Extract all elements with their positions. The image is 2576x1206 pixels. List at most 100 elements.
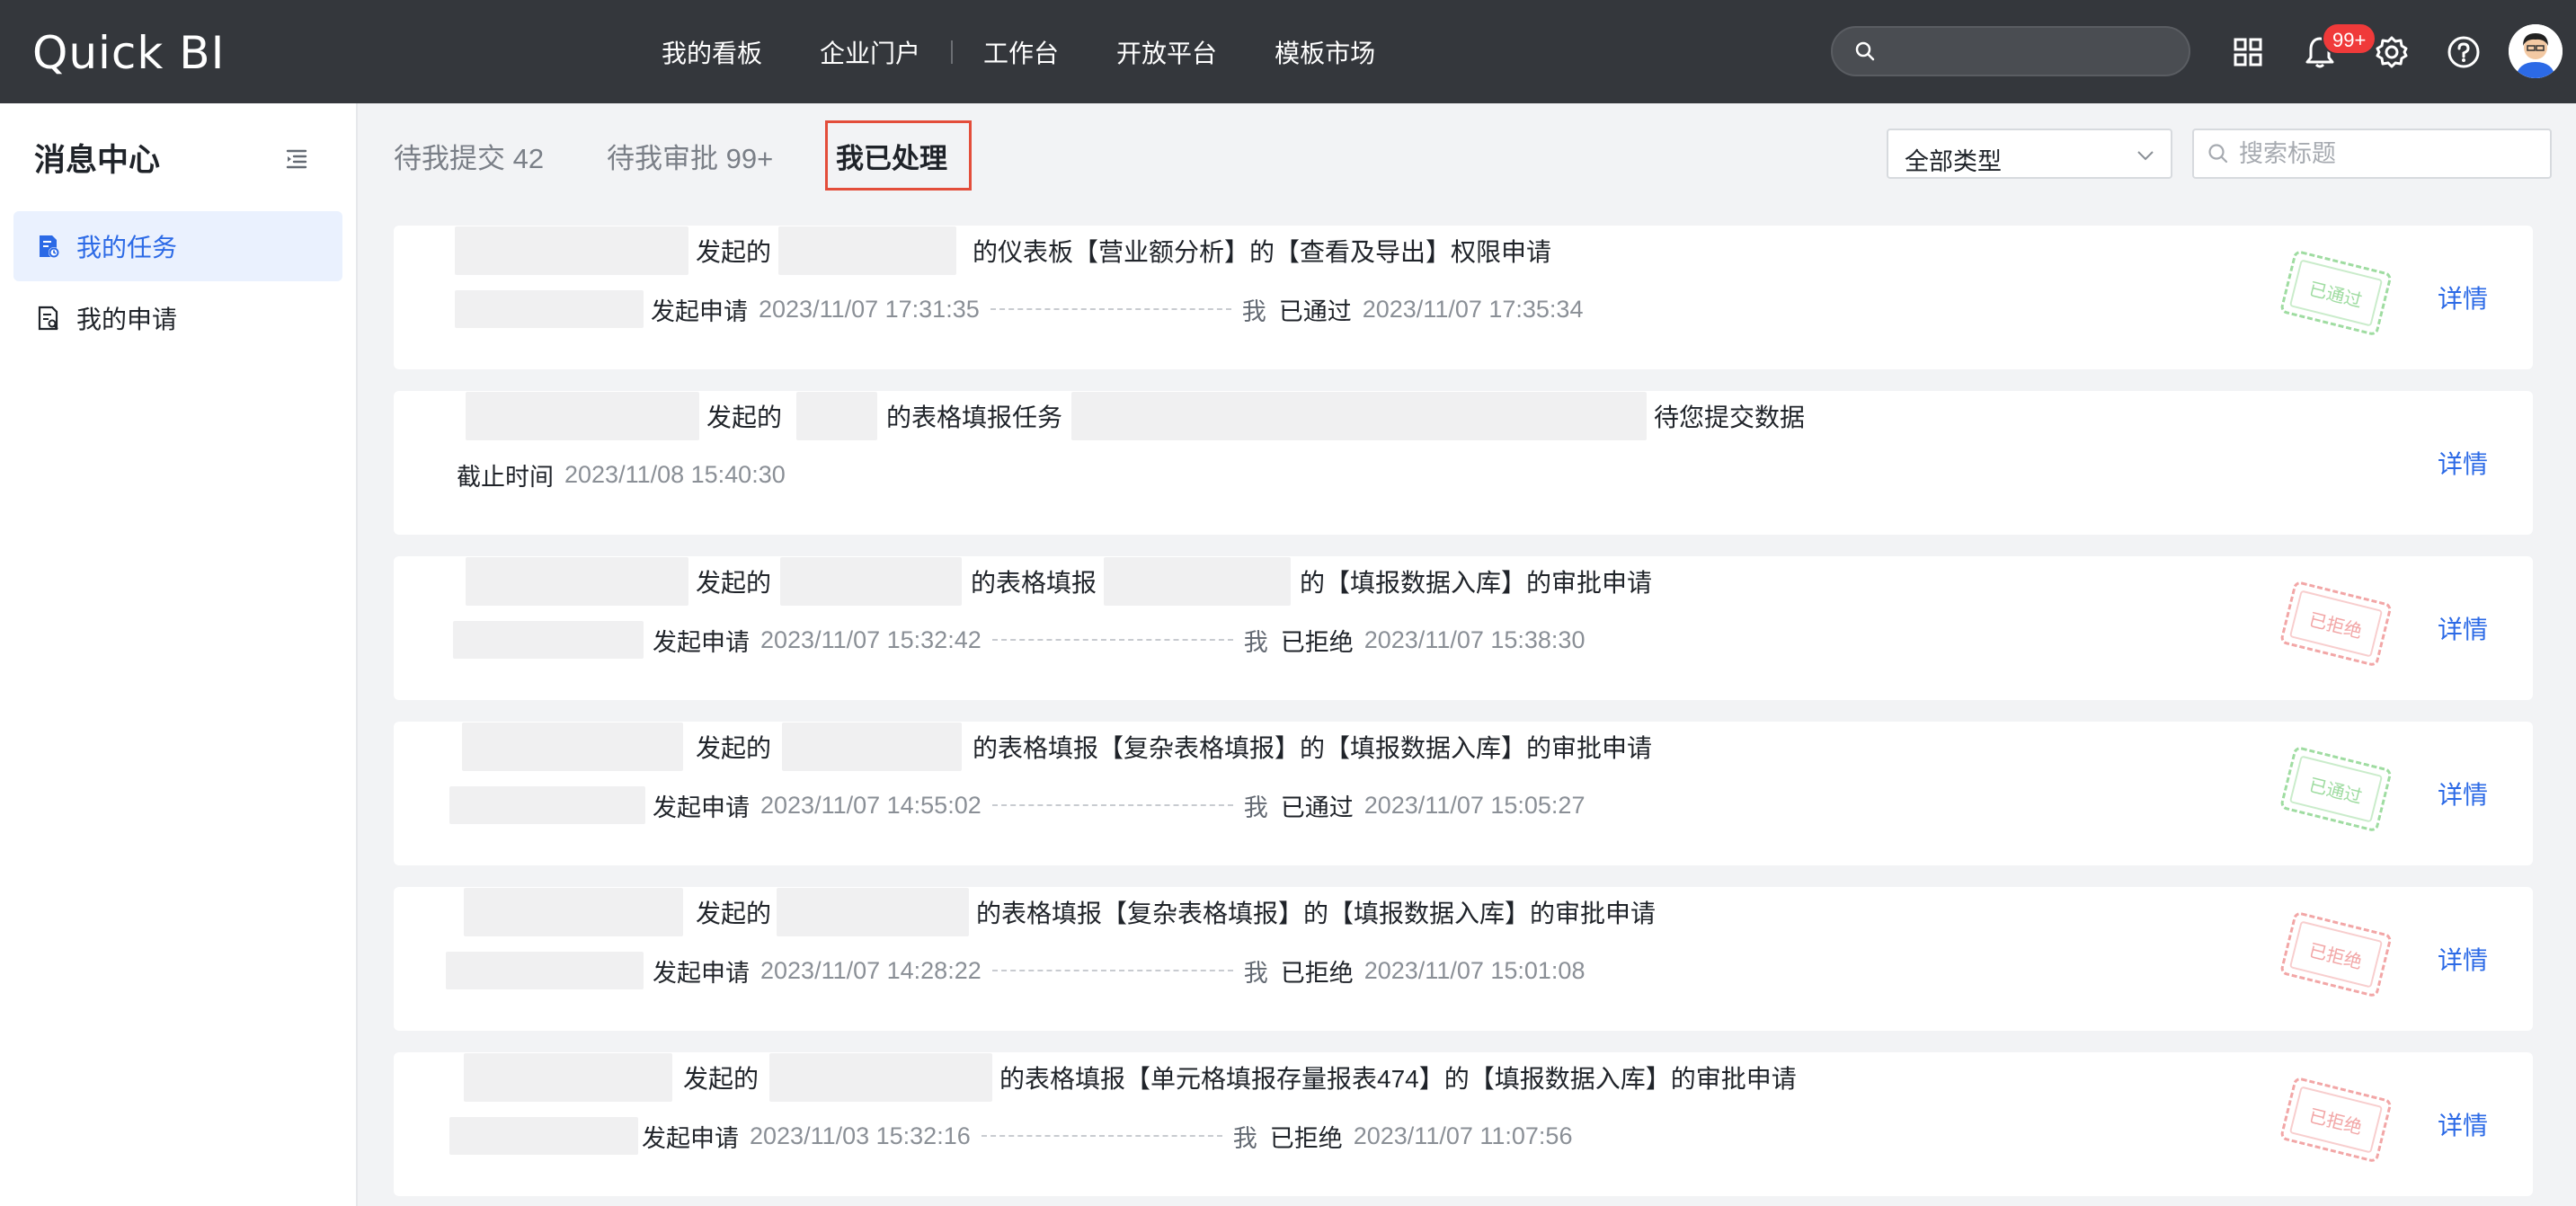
redacted-name (777, 888, 970, 936)
collapse-menu-icon[interactable] (284, 146, 309, 171)
detail-link[interactable]: 详情 (2438, 445, 2488, 481)
task-result: 已通过 (1278, 297, 1352, 325)
task-result: 已拒绝 (1280, 628, 1354, 656)
user-avatar[interactable] (2509, 24, 2563, 78)
task-handler: 我 (1243, 628, 1268, 656)
approved-stamp: 已通过 (2278, 249, 2394, 337)
help-question-icon[interactable] (2438, 27, 2489, 77)
redacted-name (462, 723, 683, 771)
task-time: 2023/11/07 14:28:22 (760, 956, 982, 984)
task-result: 已拒绝 (1280, 959, 1354, 987)
global-search-input[interactable] (1831, 26, 2190, 76)
rejected-stamp: 已拒绝 (2278, 910, 2394, 998)
redacted-name (769, 1053, 993, 1102)
task-title: 发起的 的表格填报 的【填报数据入库】的审批申请 (466, 557, 1653, 606)
timeline-dash (991, 970, 1233, 971)
task-text: 发起的 (706, 403, 783, 431)
redacted-name (1104, 557, 1292, 606)
sidebar-item-my-tasks[interactable]: 我的任务 (13, 211, 342, 281)
task-text: 的表格填报【复杂表格填报】的【填报数据入库】的审批申请 (976, 900, 1657, 927)
task-action: 发起申请 (642, 1124, 739, 1152)
sidebar-item-label: 我的任务 (76, 234, 178, 262)
task-result: 已通过 (1280, 794, 1354, 821)
task-meta: 截止时间 2023/11/08 15:40:30 (457, 457, 786, 492)
task-doc-icon (40, 235, 59, 258)
top-bar: Quick BI 我的看板 企业门户 工作台 开放平台 模板市场 99+ (0, 0, 2576, 103)
task-title: 发起的 的表格填报任务 待您提交数据 (466, 392, 1806, 440)
task-text: 的表格填报任务 (886, 403, 1063, 431)
redacted-name (1071, 392, 1648, 440)
task-card: 发起的 的表格填报【复杂表格填报】的【填报数据入库】的审批申请 发起申请 202… (394, 722, 2533, 865)
redacted-name (453, 621, 644, 659)
search-icon (1855, 41, 1875, 61)
settings-gear-icon[interactable] (2367, 27, 2417, 77)
quick-bi-logo[interactable]: Quick BI (32, 27, 225, 79)
type-filter-select[interactable]: 全部类型 (1887, 129, 2172, 179)
timeline-dash (990, 308, 1231, 310)
redacted-name (464, 1053, 672, 1102)
task-result-time: 2023/11/07 15:38:30 (1364, 625, 1586, 653)
detail-link[interactable]: 详情 (2438, 941, 2488, 977)
rejected-stamp: 已拒绝 (2278, 580, 2394, 668)
redacted-name (464, 888, 683, 936)
detail-link[interactable]: 详情 (2438, 610, 2488, 646)
nav-my-dashboard[interactable]: 我的看板 (662, 34, 762, 70)
task-text: 发起的 (696, 900, 772, 927)
task-text: 的仪表板【营业额分析】的【查看及导出】权限申请 (973, 238, 1552, 266)
task-action: 发起申请 (653, 794, 750, 821)
rejected-stamp: 已拒绝 (2278, 1076, 2394, 1164)
title-search-input[interactable] (2192, 129, 2552, 179)
redacted-name (455, 290, 644, 328)
apps-grid-icon[interactable] (2223, 27, 2273, 77)
task-title: 发起的 的表格填报【复杂表格填报】的【填报数据入库】的审批申请 (462, 723, 1652, 771)
type-filter-value: 全部类型 (1905, 148, 2002, 175)
task-handler: 我 (1241, 297, 1266, 325)
top-nav: 我的看板 企业门户 工作台 开放平台 模板市场 (662, 0, 1433, 103)
task-time: 2023/11/07 14:55:02 (760, 791, 982, 819)
task-text: 的【填报数据入库】的审批申请 (1300, 569, 1653, 597)
timeline-dash (991, 639, 1233, 641)
task-text: 待您提交数据 (1654, 403, 1806, 431)
nav-workbench[interactable]: 工作台 (983, 34, 1059, 70)
detail-link[interactable]: 详情 (2438, 1106, 2488, 1142)
task-result-time: 2023/11/07 17:35:34 (1362, 295, 1584, 323)
task-text: 发起的 (696, 238, 772, 266)
sidebar-item-my-applications[interactable]: 我的申请 (13, 283, 342, 353)
redacted-name (449, 1117, 638, 1155)
task-result-time: 2023/11/07 15:01:08 (1364, 956, 1586, 984)
tab-pending-approval[interactable]: 待我审批 99+ (607, 136, 773, 176)
tab-pending-submission[interactable]: 待我提交 42 (394, 136, 544, 176)
task-text: 的表格填报 (971, 569, 1097, 597)
task-text: 发起的 (696, 569, 772, 597)
application-doc-icon (38, 306, 58, 331)
nav-template-market[interactable]: 模板市场 (1275, 34, 1375, 70)
task-meta: 发起申请 2023/11/07 14:55:02 我 已通过 2023/11/0… (449, 786, 1585, 824)
redacted-name (778, 226, 957, 275)
task-text: 发起的 (683, 1065, 759, 1093)
redacted-name (782, 723, 963, 771)
task-result-time: 2023/11/07 11:07:56 (1353, 1122, 1573, 1149)
task-action: 截止时间 (457, 463, 554, 491)
detail-link[interactable]: 详情 (2438, 279, 2488, 315)
task-meta: 发起申请 2023/11/07 15:32:42 我 已拒绝 2023/11/0… (453, 621, 1586, 659)
task-title: 发起的 的表格填报【单元格填报存量报表474】的【填报数据入库】的审批申请 (464, 1053, 1797, 1102)
nav-enterprise-portal[interactable]: 企业门户 (820, 34, 920, 70)
task-title: 发起的 的仪表板【营业额分析】的【查看及导出】权限申请 (455, 226, 1552, 275)
task-text: 发起的 (696, 734, 772, 762)
redacted-name (449, 786, 645, 824)
tab-highlight-box (825, 120, 972, 191)
task-text: 的表格填报【单元格填报存量报表474】的【填报数据入库】的审批申请 (999, 1065, 1797, 1093)
task-action: 发起申请 (653, 628, 750, 656)
approved-stamp: 已通过 (2278, 745, 2394, 833)
redacted-name (446, 952, 644, 989)
sidebar: 消息中心 我的任务 我的申请 (0, 103, 358, 1206)
timeline-dash (981, 1135, 1222, 1137)
task-time: 2023/11/07 15:32:42 (760, 625, 982, 653)
task-time: 2023/11/03 15:32:16 (750, 1122, 971, 1149)
nav-open-platform[interactable]: 开放平台 (1116, 34, 1217, 70)
task-meta: 发起申请 2023/11/07 17:31:35 我 已通过 2023/11/0… (455, 290, 1584, 328)
redacted-name (455, 226, 688, 275)
detail-link[interactable]: 详情 (2438, 776, 2488, 811)
sidebar-title: 消息中心 (34, 143, 161, 178)
task-card: 发起的 的表格填报任务 待您提交数据 截止时间 2023/11/08 15:40… (394, 391, 2533, 535)
